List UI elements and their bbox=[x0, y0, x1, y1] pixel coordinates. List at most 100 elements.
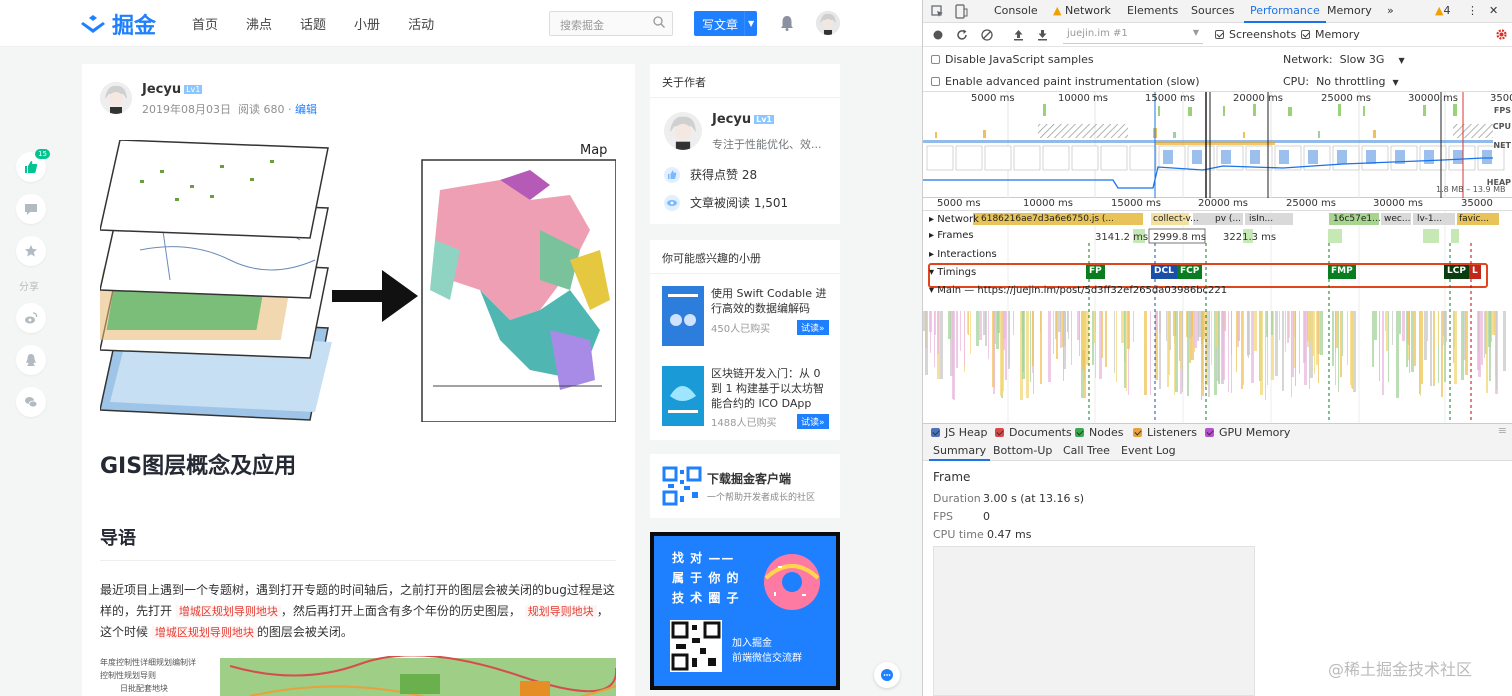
more-tabs-icon[interactable]: » bbox=[1387, 4, 1394, 17]
user-avatar[interactable] bbox=[816, 11, 840, 35]
request-label[interactable]: favic... bbox=[1459, 214, 1489, 224]
interactions-track[interactable]: ▸ Interactions bbox=[929, 249, 997, 260]
tab-memory[interactable]: Memory bbox=[1327, 4, 1372, 17]
collect-button[interactable] bbox=[16, 236, 46, 266]
write-article-button[interactable]: 写文章 ▼ bbox=[694, 11, 757, 36]
timing-load-marker[interactable]: L bbox=[1469, 265, 1481, 279]
tab-network[interactable]: ▲ Network bbox=[1053, 4, 1111, 17]
tab-bottom-up[interactable]: Bottom-Up bbox=[993, 444, 1052, 457]
ruler-tick-label: 10000 ms bbox=[1023, 198, 1073, 209]
close-devtools-icon[interactable]: ✕ bbox=[1489, 4, 1498, 17]
paint-instrumentation-checkbox[interactable]: Enable advanced paint instrumentation (s… bbox=[931, 75, 1200, 88]
article-card: Jecyu Lv1 2019年08月03日 阅读 680 · 编辑 Map GI… bbox=[82, 64, 635, 696]
timing-fp-marker[interactable]: FP bbox=[1086, 265, 1105, 279]
main-thread-track[interactable]: ▾ Main — https://juejin.im/post/5d3ff32e… bbox=[929, 285, 1227, 296]
tab-sources[interactable]: Sources bbox=[1191, 4, 1235, 17]
request-label[interactable]: lv-1... bbox=[1417, 214, 1442, 224]
timing-fmp-marker[interactable]: FMP bbox=[1328, 265, 1356, 279]
download-app-card[interactable]: 下载掘金客户端 一个帮助开发者成长的社区 bbox=[650, 454, 840, 518]
timings-track[interactable]: ▾ Timings bbox=[929, 267, 976, 278]
timing-lcp-marker[interactable]: LCP bbox=[1444, 265, 1469, 279]
timing-fcp-marker[interactable]: FCP bbox=[1177, 265, 1203, 279]
timeline-tracks[interactable]: ▸ Network 6186216ae7d3a6e6750.js (... co… bbox=[923, 211, 1512, 423]
about-author-card: 关于作者 Jecyu Lv1 专注于性能优化、效... 获得点赞 28 文章被阅读… bbox=[650, 64, 840, 224]
tab-console[interactable]: Console bbox=[994, 4, 1038, 17]
wechat-group-ad[interactable]: 找 对 —— 属 于 你 的 技 术 圈 子 加入掘金 前端微信交流群 bbox=[650, 532, 840, 690]
nav-events[interactable]: 活动 bbox=[408, 14, 434, 33]
bell-icon[interactable] bbox=[778, 14, 796, 32]
request-label[interactable]: collect-v... bbox=[1153, 214, 1199, 224]
download-icon[interactable] bbox=[1037, 29, 1048, 41]
tree-item-1[interactable]: 年度控制性详细规划编制详 bbox=[100, 656, 218, 669]
tab-summary[interactable]: Summary bbox=[928, 444, 991, 461]
frame-time[interactable]: 3141.2 ms bbox=[1095, 232, 1148, 243]
juejin-logo[interactable]: 掘金 bbox=[80, 10, 156, 39]
listeners-toggle[interactable]: Listeners bbox=[1133, 426, 1197, 439]
screenshots-label: Screenshots bbox=[1229, 28, 1297, 41]
sidebar-author-avatar[interactable] bbox=[664, 112, 702, 150]
record-icon[interactable] bbox=[933, 30, 943, 40]
share-qq-button[interactable] bbox=[16, 345, 46, 375]
request-label[interactable]: isIn... bbox=[1249, 214, 1273, 224]
frame-time-selected[interactable]: 2999.8 ms bbox=[1153, 232, 1206, 243]
inline-code-2: 规划导则地块 bbox=[524, 605, 597, 618]
cpu-throttle[interactable]: CPU: No throttling ▼ bbox=[1283, 75, 1399, 88]
inspect-element-icon[interactable] bbox=[931, 5, 944, 18]
author-avatar[interactable] bbox=[100, 82, 132, 114]
clear-icon[interactable] bbox=[981, 29, 993, 41]
nav-books[interactable]: 小册 bbox=[354, 14, 380, 33]
cpu-lane-label: CPU bbox=[1492, 122, 1511, 131]
frames-track[interactable]: ▸ Frames bbox=[929, 230, 974, 241]
network-throttle[interactable]: Network: Slow 3G ▼ bbox=[1283, 53, 1405, 66]
disable-js-samples-checkbox[interactable]: Disable JavaScript samples bbox=[931, 53, 1094, 66]
device-toolbar-icon[interactable] bbox=[955, 4, 968, 19]
tree-item-2[interactable]: 控制性规划导则 bbox=[100, 669, 218, 682]
nav-topics[interactable]: 话题 bbox=[300, 14, 326, 33]
js-heap-toggle[interactable]: JS Heap bbox=[931, 426, 988, 439]
reload-record-icon[interactable] bbox=[956, 29, 968, 41]
timeline-overview[interactable]: 5000 ms 10000 ms 15000 ms 20000 ms 25000 ms 3… bbox=[923, 92, 1512, 198]
tab-event-log[interactable]: Event Log bbox=[1121, 444, 1176, 457]
gpu-memory-toggle[interactable]: GPU Memory bbox=[1205, 426, 1290, 439]
screenshots-checkbox[interactable]: Screenshots bbox=[1215, 28, 1296, 41]
tab-call-tree[interactable]: Call Tree bbox=[1063, 444, 1110, 457]
tab-performance[interactable]: Performance bbox=[1244, 4, 1326, 23]
comment-button[interactable] bbox=[16, 194, 46, 224]
request-label[interactable]: wec... bbox=[1384, 214, 1410, 224]
documents-toggle[interactable]: Documents bbox=[995, 426, 1072, 439]
share-weibo-button[interactable] bbox=[16, 303, 46, 333]
request-label[interactable]: 16c57e1... bbox=[1333, 214, 1381, 224]
tab-elements[interactable]: Elements bbox=[1127, 4, 1178, 17]
timing-dcl-marker[interactable]: DCL bbox=[1151, 265, 1177, 279]
book-preview-button[interactable]: 试读» bbox=[797, 414, 829, 429]
edit-link[interactable]: 编辑 bbox=[295, 103, 317, 116]
tab-network-label: Network bbox=[1064, 4, 1111, 17]
profile-select[interactable]: juejin.im #1 ▼ bbox=[1063, 26, 1203, 44]
memory-checkbox[interactable]: Memory bbox=[1301, 28, 1360, 41]
like-button[interactable]: 15 bbox=[16, 149, 50, 182]
request-label[interactable]: pv (... bbox=[1215, 214, 1241, 224]
warnings-counter[interactable]: ▲4 bbox=[1435, 4, 1450, 17]
chevron-down-icon[interactable]: ▼ bbox=[744, 11, 757, 36]
upload-icon[interactable] bbox=[1013, 29, 1024, 41]
book-preview-button[interactable]: 试读» bbox=[797, 320, 829, 335]
nav-pins[interactable]: 沸点 bbox=[246, 14, 272, 33]
search-input[interactable]: 搜索掘金 bbox=[549, 11, 673, 36]
book-item[interactable]: 使用 Swift Codable 进行高效的数据编解码 450人已购买 试读» bbox=[662, 286, 832, 352]
request-label[interactable]: 6186216ae7d3a6e6750.js (... bbox=[981, 214, 1114, 224]
settings-menu-icon[interactable]: ⋮ bbox=[1467, 4, 1478, 17]
chat-bubble-button[interactable] bbox=[874, 662, 900, 688]
nav-home[interactable]: 首页 bbox=[192, 14, 218, 33]
network-track[interactable]: ▸ Network bbox=[929, 214, 979, 225]
search-icon[interactable] bbox=[652, 15, 666, 29]
share-wechat-button[interactable] bbox=[16, 387, 46, 417]
tree-item-3[interactable]: 日批配套地块 bbox=[100, 682, 218, 695]
gear-icon[interactable] bbox=[1495, 28, 1508, 41]
book-item[interactable]: 区块链开发入门：从 0 到 1 构建基于以太坊智能合约的 ICO DApp 14… bbox=[662, 366, 832, 432]
sidebar-author-name[interactable]: Jecyu bbox=[712, 112, 751, 127]
resize-handle-icon[interactable]: ≡ bbox=[1498, 424, 1507, 437]
author-name[interactable]: Jecyu bbox=[142, 82, 181, 97]
chevron-down-icon: ▼ bbox=[1392, 78, 1399, 87]
nodes-toggle[interactable]: Nodes bbox=[1075, 426, 1123, 439]
frame-time[interactable]: 3221.3 ms bbox=[1223, 232, 1276, 243]
